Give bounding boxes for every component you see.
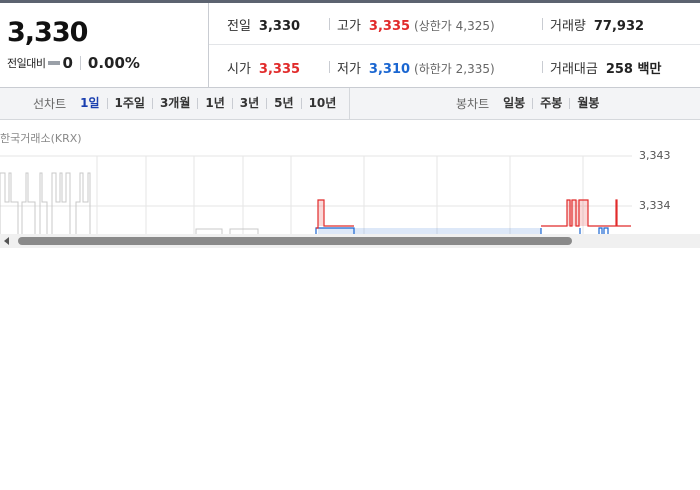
candle-chart-tabs: 봉차트 일봉 주봉 월봉 bbox=[351, 88, 700, 119]
divider bbox=[329, 61, 330, 73]
volume-label: 거래량 bbox=[550, 19, 586, 34]
prev-close-cell: 전일 3,330 bbox=[227, 15, 300, 34]
period-tab-1d[interactable]: 1일 bbox=[80, 97, 106, 109]
up-fill bbox=[318, 200, 324, 226]
info-row-1: 전일 3,330 고가 3,335 (상한가 4,325) 거래량 77,932 bbox=[209, 3, 700, 45]
previous-day-ghost-line bbox=[0, 172, 259, 236]
period-tab-5y[interactable]: 5년 bbox=[266, 97, 300, 109]
open-label: 시가 bbox=[227, 62, 251, 77]
trade-amount-label: 거래대금 bbox=[550, 62, 598, 77]
change-row: 전일대비 0 0.00% bbox=[7, 54, 140, 72]
open-value: 3,335 bbox=[258, 62, 301, 77]
change-value: 0 bbox=[62, 54, 73, 72]
line-chart-tabs: 선차트 1일 1주일 3개월 1년 3년 5년 10년 bbox=[0, 88, 350, 119]
trade-amount-cell: 거래대금 258 백만 bbox=[542, 58, 661, 77]
candle-chart-title: 봉차트 bbox=[456, 97, 490, 111]
high-label: 고가 bbox=[337, 19, 361, 34]
y-tick-label: 3,334 bbox=[639, 199, 671, 212]
candle-tab-daily[interactable]: 일봉 bbox=[503, 97, 532, 109]
high-value: 3,335 bbox=[368, 19, 411, 34]
divider bbox=[329, 18, 330, 30]
upper-limit: (상한가 4,325) bbox=[414, 19, 495, 33]
price-info-table: 전일 3,330 고가 3,335 (상한가 4,325) 거래량 77,932 bbox=[209, 3, 700, 88]
stock-price-widget: 3,330 전일대비 0 0.00% 전일 3,330 고가 3,335 (상한… bbox=[0, 0, 700, 490]
candle-tab-weekly[interactable]: 주봉 bbox=[532, 97, 569, 109]
change-label: 전일대비 bbox=[7, 57, 46, 70]
low-cell: 저가 3,310 (하한가 2,335) bbox=[329, 58, 495, 77]
current-price: 3,330 bbox=[7, 17, 88, 48]
scroll-thumb[interactable] bbox=[18, 237, 572, 245]
change-rate: 0.00% bbox=[87, 54, 140, 72]
low-value: 3,310 bbox=[368, 62, 411, 77]
info-row-2: 시가 3,335 저가 3,310 (하한가 2,335) 거래대금 258 백… bbox=[209, 46, 700, 88]
trade-amount-value: 258 백만 bbox=[605, 62, 662, 77]
prev-close-label: 전일 bbox=[227, 19, 251, 34]
volume-value: 77,932 bbox=[593, 19, 645, 34]
divider bbox=[542, 18, 543, 30]
low-label: 저가 bbox=[337, 62, 361, 77]
prev-close-value: 3,330 bbox=[258, 19, 301, 34]
chart-scrollbar[interactable] bbox=[0, 234, 700, 248]
intraday-chart: 한국거래소(KRX) 3,343 3,334 bbox=[0, 120, 700, 236]
chart-plot bbox=[0, 155, 632, 236]
data-source: 한국거래소(KRX) bbox=[0, 132, 82, 145]
divider bbox=[542, 61, 543, 73]
flat-change-icon bbox=[48, 61, 61, 65]
candle-tab-monthly[interactable]: 월봉 bbox=[569, 97, 606, 109]
price-summary: 3,330 전일대비 0 0.00% 전일 3,330 고가 3,335 (상한… bbox=[0, 3, 700, 88]
line-chart-title: 선차트 bbox=[33, 97, 67, 111]
grid-lines bbox=[0, 155, 632, 236]
period-tab-1y[interactable]: 1년 bbox=[197, 97, 231, 109]
period-tab-10y[interactable]: 10년 bbox=[300, 97, 344, 109]
volume-cell: 거래량 77,932 bbox=[542, 15, 644, 34]
divider bbox=[79, 56, 81, 70]
current-price-box: 3,330 전일대비 0 0.00% bbox=[0, 3, 209, 88]
lower-limit: (하한가 2,335) bbox=[414, 62, 495, 76]
period-tab-3m[interactable]: 3개월 bbox=[151, 97, 197, 109]
open-cell: 시가 3,335 bbox=[227, 58, 300, 77]
chart-toolbar: 선차트 1일 1주일 3개월 1년 3년 5년 10년 봉차트 일봉 주봉 월봉 bbox=[0, 88, 700, 120]
y-tick-label: 3,343 bbox=[639, 149, 671, 162]
period-tab-3y[interactable]: 3년 bbox=[231, 97, 266, 109]
period-tab-1w[interactable]: 1주일 bbox=[106, 97, 152, 109]
scroll-left-arrow-icon[interactable] bbox=[4, 237, 9, 245]
high-cell: 고가 3,335 (상한가 4,325) bbox=[329, 15, 495, 34]
